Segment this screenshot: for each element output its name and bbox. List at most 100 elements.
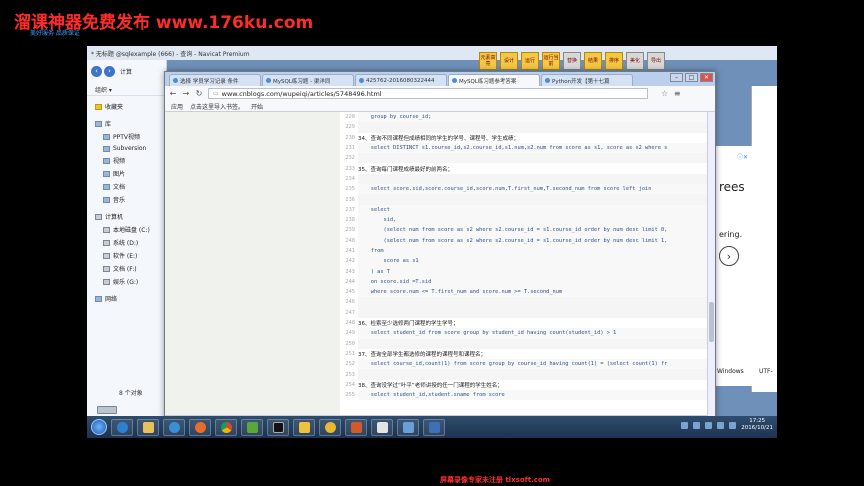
code-text: group by course_id; [358, 112, 709, 123]
library-item-label: 音乐 [113, 197, 126, 204]
bookmark-start[interactable]: 开始 [251, 102, 263, 111]
tab-label: 425762-2016080322444 [366, 77, 435, 84]
drive-label: 本地磁盘 (C:) [113, 227, 150, 234]
drive-c[interactable]: 本地磁盘 (C:) [87, 223, 166, 236]
desktop-screen: * 无标题 @sqlexample (666) - 查询 - Navicat P… [87, 46, 777, 438]
ad-choices-icon[interactable]: ⓘ✕ [737, 152, 748, 161]
volume-icon[interactable] [729, 421, 737, 429]
line-number: 254 [345, 381, 355, 388]
code-line: 232 [340, 153, 709, 164]
ad-text-2: ering. [719, 230, 743, 239]
library-item-pictures[interactable]: 图片 [87, 167, 166, 180]
vscroll-thumb[interactable] [709, 302, 714, 342]
tray-icon[interactable] [705, 421, 713, 429]
clock[interactable]: 17:25 2016/10/21 [741, 418, 773, 432]
taskbar-media[interactable] [189, 418, 211, 436]
line-number: 240 [345, 237, 355, 244]
drive-label: 文档 (F:) [113, 266, 137, 273]
library-item-pptv[interactable]: PPTV视频 [87, 130, 166, 143]
computer-item[interactable]: 计算机 [87, 210, 166, 223]
taskbar-chrome[interactable] [215, 418, 237, 436]
taskbar-app13[interactable] [423, 418, 445, 436]
taskbar-app12[interactable] [397, 418, 419, 436]
taskbar-app8[interactable] [293, 418, 315, 436]
navicat-tool-6[interactable]: 排序 [605, 52, 623, 70]
navicat-tool-8[interactable]: 导出 [647, 52, 665, 70]
favorites-item[interactable]: 收藏夹 [87, 100, 166, 113]
taskbar-explorer[interactable] [137, 418, 159, 436]
bookmark-import[interactable]: 点击这里导入书签。 [190, 102, 244, 111]
drive-f[interactable]: 文档 (F:) [87, 262, 166, 275]
navicat-tool-0[interactable]: 元素高亮 [479, 52, 497, 70]
code-line: 248 36、检索至少选修两门课程的学生学号； [340, 318, 709, 328]
navicat-tool-1[interactable]: 设计 [500, 52, 518, 70]
tray-icon[interactable] [717, 421, 725, 429]
code-line: 238 sid, [340, 214, 709, 226]
line-number: 244 [345, 278, 355, 285]
line-number: 230 [345, 134, 355, 141]
navicat-tool-7[interactable]: 美化 [626, 52, 644, 70]
organize-button[interactable]: 组织 ▾ [87, 82, 166, 96]
library-item-documents[interactable]: 文档 [87, 180, 166, 193]
code-text: on score.sid =T.sid [358, 276, 709, 288]
taskbar-app6[interactable] [241, 418, 263, 436]
code-line: 237 select [340, 204, 709, 215]
browser-tab-1[interactable]: 选择 学员学习记录 条件 [169, 74, 261, 86]
close-icon[interactable]: ✕ [700, 73, 713, 82]
bookmark-star-icon[interactable]: ☆ [661, 89, 668, 98]
watermark-bottom: 屏幕录像专家未注册 tlxsoft.com [440, 476, 550, 484]
back-icon[interactable]: ‹ [91, 65, 102, 77]
forward-icon[interactable]: → [182, 89, 190, 98]
menu-icon[interactable]: ≡ [673, 89, 681, 98]
taskbar-app3[interactable] [163, 418, 185, 436]
tray-icon[interactable] [681, 421, 689, 429]
navicat-title-bar: * 无标题 @sqlexample (666) - 查询 - Navicat P… [87, 46, 777, 60]
terminal-icon [272, 421, 284, 433]
start-button[interactable] [91, 419, 107, 435]
minimize-icon[interactable]: – [670, 73, 683, 82]
browser-tab-2[interactable]: MySQL练习题 - 渠洋同 [262, 74, 354, 86]
taskbar-app9[interactable] [319, 418, 341, 436]
network-item[interactable]: 网络 [87, 292, 166, 305]
explorer-address[interactable]: 计算 [120, 67, 132, 76]
drive-label: 系统 (D:) [113, 240, 139, 247]
question-heading: 38、查询没学过“叶平”老师讲授的任一门课程的学生姓名； [358, 382, 503, 389]
code-text: select score.sid,score.course_id,score.n… [358, 184, 709, 195]
taskbar-app10[interactable] [345, 418, 367, 436]
code-line: 229 [340, 122, 709, 133]
library-item[interactable]: 库 [87, 117, 166, 130]
tray-icon[interactable] [693, 421, 701, 429]
library-item-video[interactable]: 视频 [87, 154, 166, 167]
line-number: 231 [345, 145, 355, 152]
reload-icon[interactable]: ↻ [195, 89, 203, 98]
drive-icon [103, 239, 110, 246]
navicat-tool-3[interactable]: 运行当前 [542, 52, 560, 70]
library-item-label: 文档 [113, 184, 126, 191]
browser-tab-3[interactable]: 425762-2016080322444 [355, 74, 447, 86]
ad-next-icon[interactable]: › [719, 246, 739, 266]
taskbar-app11[interactable] [371, 418, 393, 436]
browser-tab-5[interactable]: Python开发【第十七篇 [541, 74, 633, 86]
favorites-label: 收藏夹 [105, 104, 124, 111]
bookmark-apps[interactable]: 应用 [171, 102, 183, 111]
url-input[interactable]: ▭ www.cnblogs.com/wupeiqi/articles/57484… [208, 88, 648, 99]
back-icon[interactable]: ← [169, 89, 177, 98]
music-icon [103, 196, 110, 203]
forward-icon[interactable]: › [104, 65, 115, 77]
code-text: ) as T [358, 266, 709, 277]
drive-e[interactable]: 软件 (E:) [87, 249, 166, 262]
library-item-music[interactable]: 音乐 [87, 193, 166, 206]
vertical-scrollbar[interactable] [707, 112, 715, 422]
navicat-tool-2[interactable]: 运行 [521, 52, 539, 70]
browser-tab-4-active[interactable]: MySQL练习题参考答案 [448, 74, 540, 86]
taskbar-ie[interactable] [111, 418, 133, 436]
drive-g[interactable]: 娱乐 (G:) [87, 275, 166, 288]
taskbar-cmd[interactable] [267, 418, 289, 436]
navicat-tool-5[interactable]: 结果 [584, 52, 602, 70]
library-item-subversion[interactable]: Subversion [87, 143, 166, 154]
drive-d[interactable]: 系统 (D:) [87, 236, 166, 249]
question-heading: 36、检索至少选修两门课程的学生学号； [358, 321, 459, 328]
navicat-tool-4[interactable]: 替换 [563, 52, 581, 70]
maximize-icon[interactable]: □ [685, 73, 698, 82]
page-area: 228 group by course_id; 229 230 34、查询不同课程但成… [165, 112, 709, 422]
